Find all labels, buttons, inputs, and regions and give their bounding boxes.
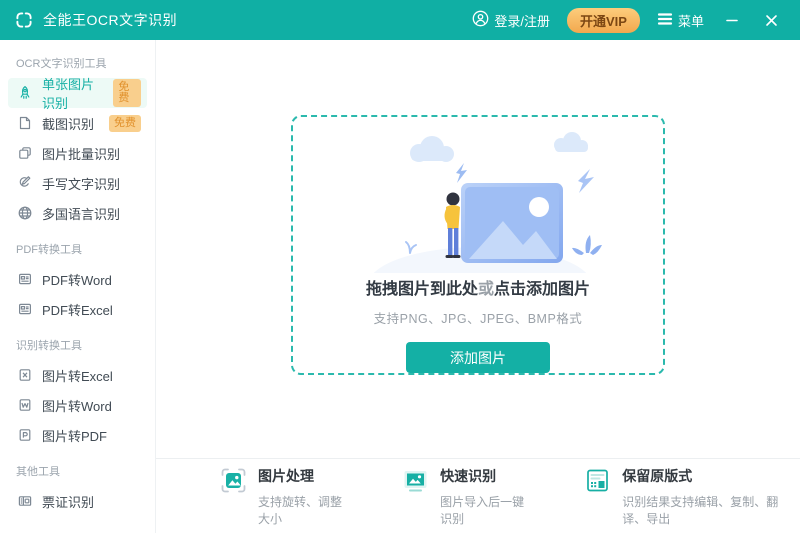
menu-button[interactable]: 菜单 [657,11,704,30]
image-dropzone[interactable]: 拖拽图片到此处或点击添加图片 支持PNG、JPG、JPEG、BMP格式 添加图片 [291,115,665,375]
main-area: 拖拽图片到此处或点击添加图片 支持PNG、JPG、JPEG、BMP格式 添加图片 [156,40,800,533]
sidebar-item-label: 图片转Excel [42,366,113,385]
pdf-doc-icon [17,271,33,287]
pen-icon [17,175,33,191]
sidebar-item-label: 图片批量识别 [42,144,120,163]
app-logo-scan-icon [14,10,34,30]
dropzone-title: 拖拽图片到此处或点击添加图片 [366,275,590,299]
feature-quick-recognition: 快速识别 图片导入后一键识别 [402,466,532,527]
quick-recognize-icon [402,467,429,494]
sidebar-item-pdf-to-excel[interactable]: PDF转Excel [8,294,147,324]
close-button[interactable] [760,9,782,31]
sidebar-item-label: 票证识别 [42,492,94,511]
login-register-label: 登录/注册 [494,11,550,30]
hamburger-icon [657,12,673,29]
sidebar: OCR文字识别工具 单张图片识别 免费 [0,40,156,533]
sidebar-item-batch-image-ocr[interactable]: 图片批量识别 [8,138,147,168]
feature-title: 保留原版式 [622,466,800,486]
user-icon [472,10,489,30]
feature-desc: 图片导入后一键识别 [440,493,532,527]
copy-stack-icon [17,145,33,161]
free-badge: 免费 [113,79,141,107]
feature-title: 快速识别 [440,466,532,486]
sidebar-item-image-to-pdf[interactable]: 图片转PDF [8,420,147,450]
sidebar-item-image-to-word[interactable]: 图片转Word [8,390,147,420]
receipt-icon [17,493,33,509]
login-register-button[interactable]: 登录/注册 [472,10,550,30]
sidebar-item-label: PDF转Word [42,270,112,289]
sidebar-item-label: PDF转Excel [42,300,113,319]
feature-keep-layout: 保留原版式 识别结果支持编辑、复制、翻译、导出 [584,466,800,527]
sidebar-item-multilanguage-ocr[interactable]: 多国语言识别 [8,198,147,228]
feature-desc: 支持旋转、调整大小 [258,493,350,527]
sidebar-item-label: 手写文字识别 [42,174,120,193]
feature-image-processing: 图片处理 支持旋转、调整大小 [220,466,350,527]
dropzone-formats: 支持PNG、JPG、JPEG、BMP格式 [374,308,583,327]
feature-title: 图片处理 [258,466,350,486]
sidebar-item-image-to-excel[interactable]: 图片转Excel [8,360,147,390]
sidebar-group-header-pdf: PDF转换工具 [16,241,139,257]
menu-label: 菜单 [678,11,704,30]
vip-upgrade-button[interactable]: 开通VIP [567,8,640,33]
sidebar-group-header-convert: 识别转换工具 [16,337,139,353]
app-window: 全能王OCR文字识别 登录/注册 开通VIP [0,0,800,533]
feature-desc: 识别结果支持编辑、复制、翻译、导出 [622,493,800,527]
layout-keep-icon [584,467,611,494]
upload-illustration [353,125,603,273]
feature-strip: 图片处理 支持旋转、调整大小 [156,458,800,533]
sidebar-item-pdf-to-word[interactable]: PDF转Word [8,264,147,294]
sidebar-item-label: 截图识别 [42,114,94,133]
sidebar-group-header-ocr: OCR文字识别工具 [16,55,139,71]
sidebar-item-label: 单张图片识别 [42,74,104,112]
free-badge: 免费 [109,115,141,132]
app-title: 全能王OCR文字识别 [43,10,177,30]
sidebar-item-single-image-ocr[interactable]: 单张图片识别 免费 [8,78,147,108]
sidebar-item-ticket-ocr[interactable]: 票证识别 [8,486,147,516]
word-file-icon [17,397,33,413]
add-image-button[interactable]: 添加图片 [406,342,550,373]
titlebar: 全能王OCR文字识别 登录/注册 开通VIP [0,0,800,40]
sidebar-item-handwriting-ocr[interactable]: 手写文字识别 [8,168,147,198]
pdf-file-icon [17,427,33,443]
excel-file-icon [17,367,33,383]
sidebar-item-label: 多国语言识别 [42,204,120,223]
sidebar-group-header-other: 其他工具 [16,463,139,479]
minimize-button[interactable] [721,9,743,31]
image-crop-icon [220,467,247,494]
rocket-icon [17,85,33,101]
screenshot-icon [17,115,33,131]
pdf-doc-icon [17,301,33,317]
sidebar-item-label: 图片转PDF [42,426,107,445]
globe-icon [17,205,33,221]
sidebar-item-screenshot-ocr[interactable]: 截图识别 免费 [8,108,147,138]
sidebar-item-label: 图片转Word [42,396,112,415]
